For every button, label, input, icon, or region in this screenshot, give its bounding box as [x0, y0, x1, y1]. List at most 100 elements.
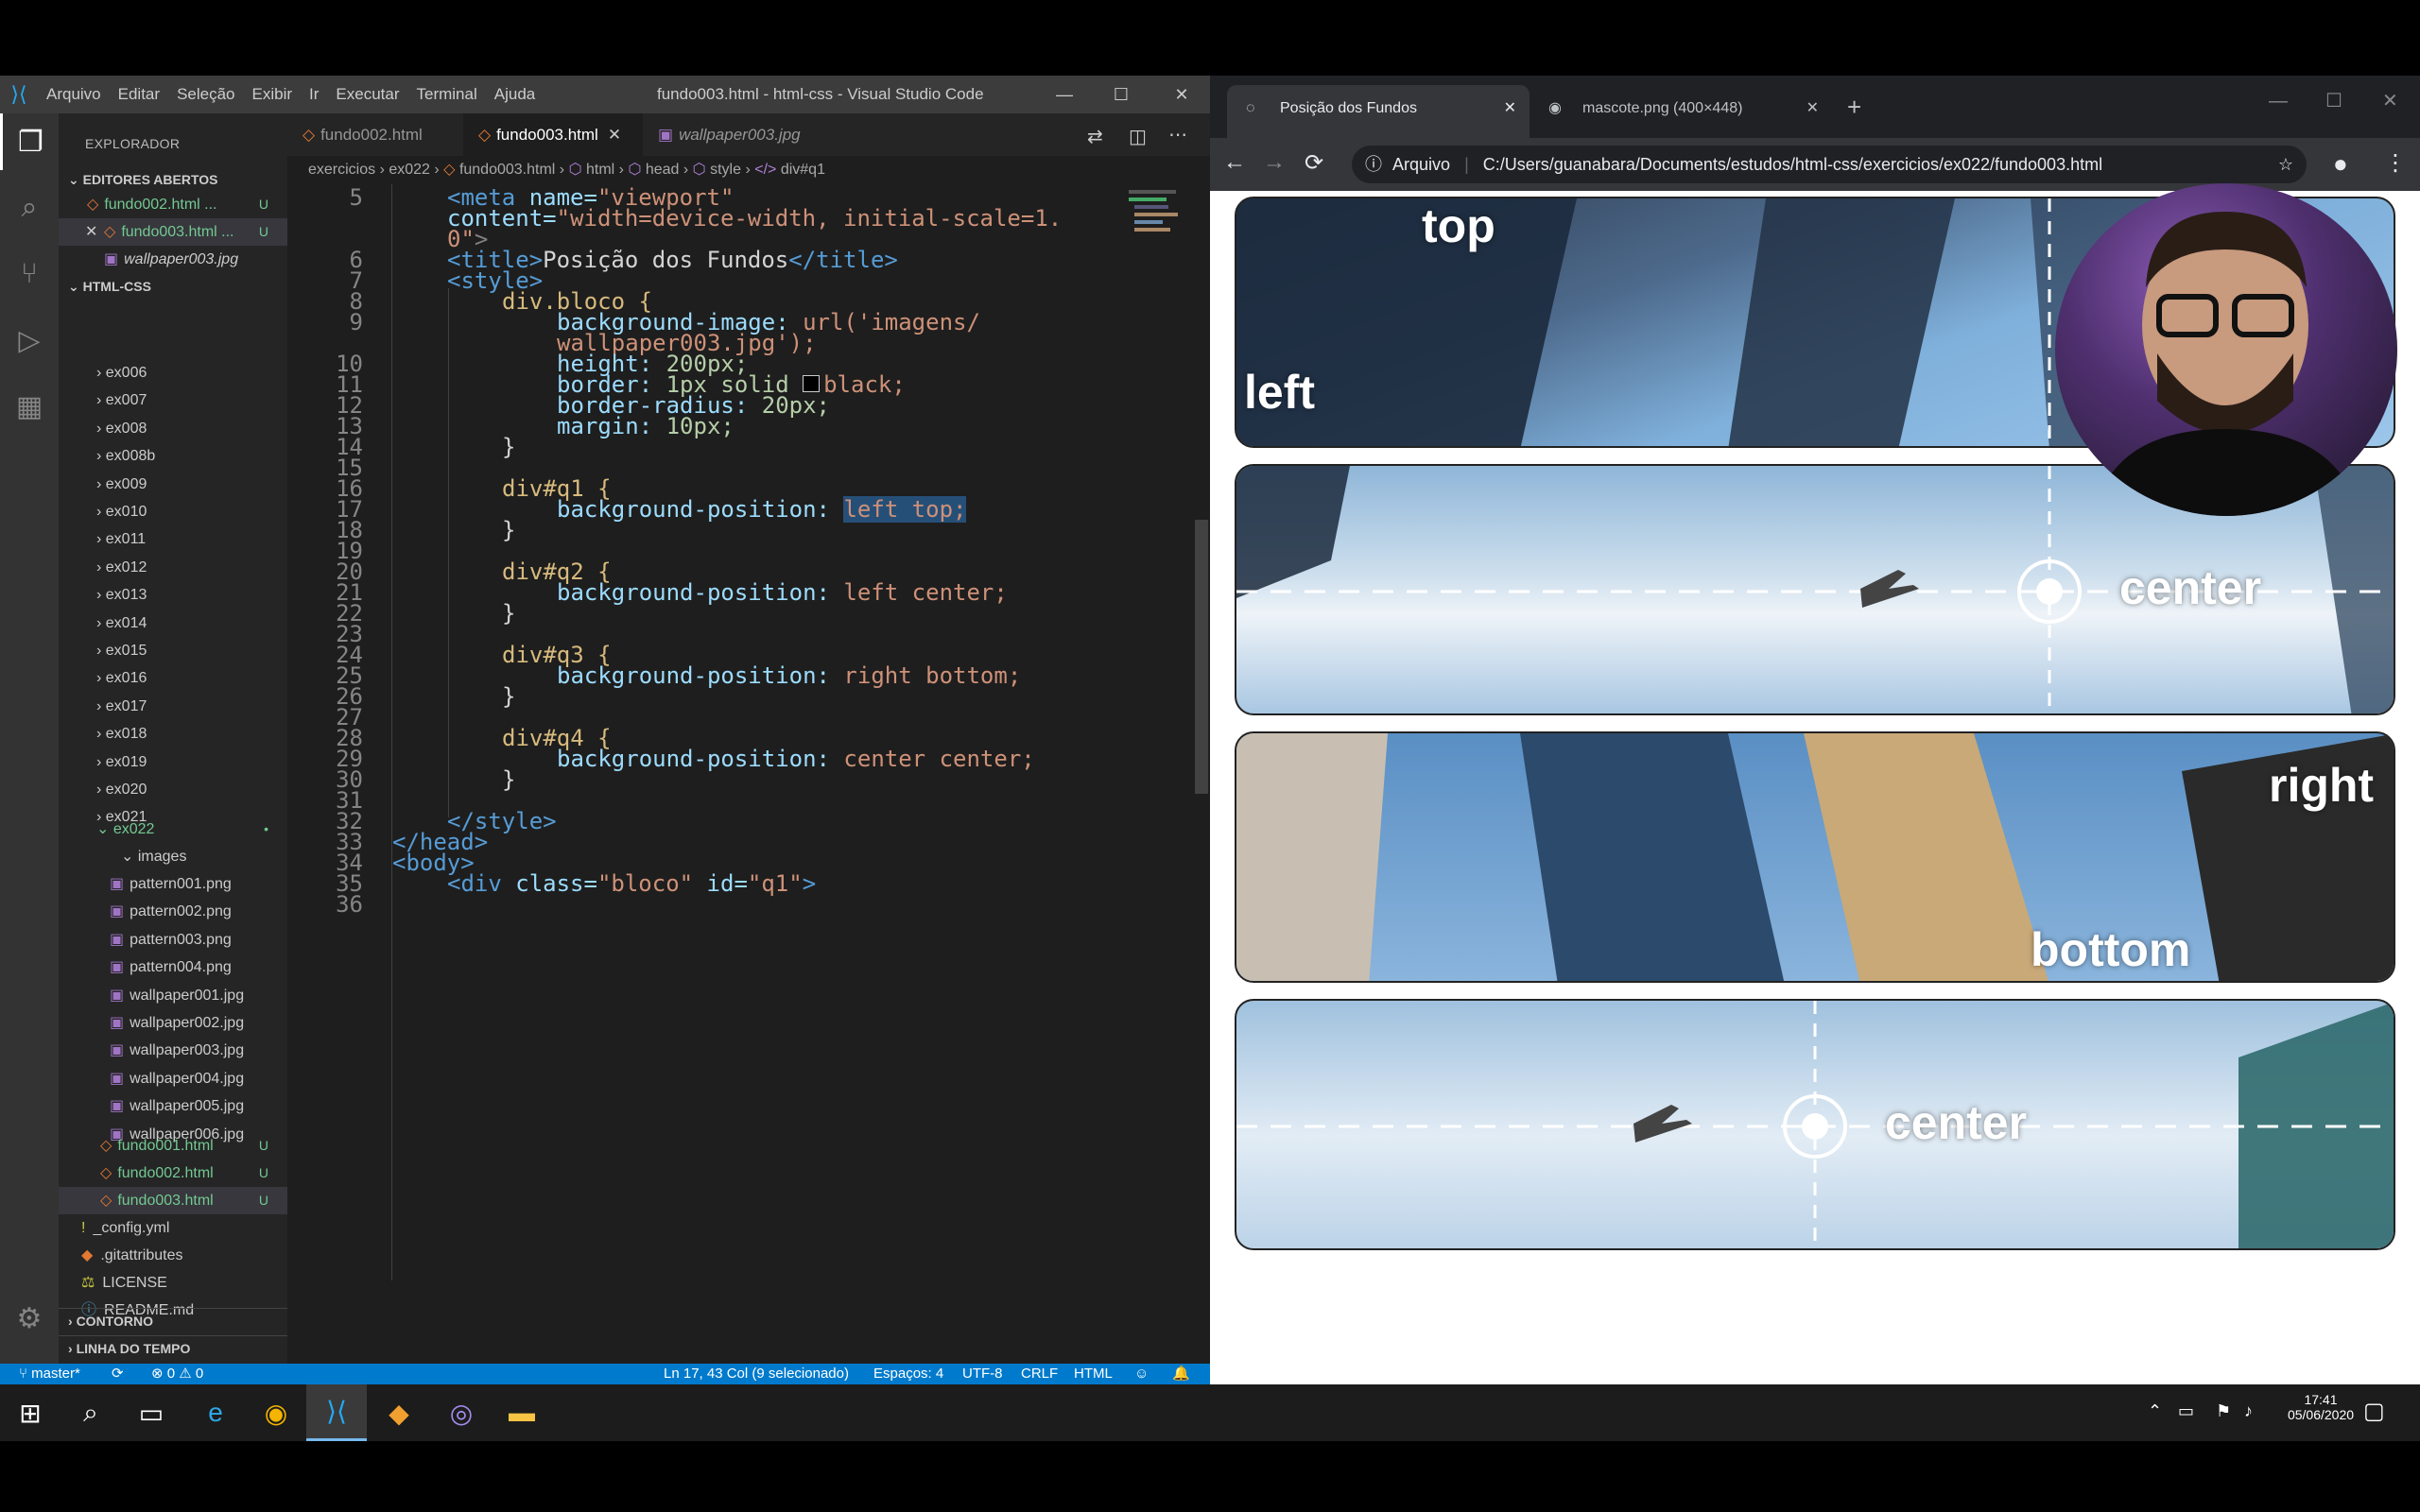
- sync-icon[interactable]: ⟳: [112, 1364, 124, 1384]
- folder-item[interactable]: › ex013: [59, 581, 287, 609]
- git-app-icon[interactable]: ◆: [369, 1384, 429, 1441]
- minimize-icon[interactable]: —: [1036, 76, 1093, 113]
- address-bar[interactable]: ⓘ Arquivo | C:/Users/guanabara/Documents…: [1352, 146, 2307, 183]
- folder-item[interactable]: › ex015: [59, 637, 287, 664]
- compare-icon[interactable]: ⇄: [1087, 125, 1103, 148]
- chrome-icon[interactable]: ◉: [246, 1384, 306, 1441]
- folder-item[interactable]: › ex008: [59, 415, 287, 442]
- file-fundo003[interactable]: ◇ fundo003.html U: [59, 1187, 287, 1214]
- menu-editar[interactable]: Editar: [110, 85, 168, 104]
- tray-wifi-icon[interactable]: ⚑: [2216, 1401, 2231, 1421]
- workspace-section[interactable]: ⌄ HTML-CSS: [59, 274, 287, 299]
- explorer-icon[interactable]: ❐: [0, 113, 59, 170]
- breadcrumb-item[interactable]: fundo003.html: [459, 162, 555, 178]
- extensions-icon[interactable]: ▦: [0, 378, 59, 435]
- task-view-icon[interactable]: ▭: [121, 1384, 182, 1441]
- open-editor-item[interactable]: ▣ wallpaper003.jpg: [59, 246, 287, 273]
- menu-executar[interactable]: Executar: [327, 85, 407, 104]
- image-file-item[interactable]: ▣ wallpaper002.jpg: [59, 1009, 287, 1037]
- eol-status[interactable]: CRLF: [1021, 1364, 1058, 1384]
- tab-fundo003[interactable]: ◇ fundo003.html ✕: [463, 113, 643, 156]
- close-icon[interactable]: ✕: [1153, 76, 1210, 113]
- profile-avatar-icon[interactable]: ●: [2333, 149, 2348, 179]
- scrollbar-thumb[interactable]: [1195, 520, 1208, 794]
- search-icon[interactable]: ⌕: [60, 1384, 121, 1441]
- folder-item[interactable]: › ex018: [59, 720, 287, 747]
- menu-selecao[interactable]: Seleção: [168, 85, 243, 104]
- image-file-item[interactable]: ▣ wallpaper005.jpg: [59, 1092, 287, 1120]
- open-editors-section[interactable]: ⌄ EDITORES ABERTOS: [59, 167, 287, 192]
- feedback-icon[interactable]: ☺: [1134, 1364, 1149, 1384]
- run-debug-icon[interactable]: ▷: [0, 312, 59, 369]
- back-icon[interactable]: ←: [1223, 149, 1246, 176]
- encoding-status[interactable]: UTF-8: [962, 1364, 1003, 1384]
- folder-item[interactable]: › ex019: [59, 748, 287, 776]
- maximize-icon[interactable]: ☐: [1093, 76, 1150, 113]
- windows-start-icon[interactable]: ⊞: [0, 1384, 60, 1441]
- breadcrumb-item[interactable]: head: [646, 162, 680, 178]
- folder-item[interactable]: › ex012: [59, 554, 287, 581]
- volume-icon[interactable]: ♪: [2244, 1401, 2253, 1421]
- menu-ir[interactable]: Ir: [301, 85, 327, 104]
- folder-images[interactable]: ⌄ images: [59, 843, 287, 870]
- close-tab-icon[interactable]: ✕: [1504, 85, 1516, 132]
- branch-status[interactable]: ⑂ master*: [19, 1364, 80, 1384]
- new-tab-icon[interactable]: +: [1847, 93, 1861, 122]
- browser-tab[interactable]: ◉ mascote.png (400×448) ✕: [1530, 85, 1832, 138]
- folder-item[interactable]: › ex009: [59, 471, 287, 498]
- image-file-item[interactable]: ▣ wallpaper001.jpg: [59, 982, 287, 1009]
- minimize-icon[interactable]: —: [2269, 91, 2288, 112]
- file-fundo001[interactable]: ◇ fundo001.html U: [59, 1132, 287, 1160]
- breadcrumb-item[interactable]: ex022: [389, 162, 430, 178]
- edge-icon[interactable]: e: [185, 1384, 246, 1441]
- menu-terminal[interactable]: Terminal: [408, 85, 486, 104]
- close-icon[interactable]: ✕: [2382, 89, 2398, 112]
- minimap[interactable]: [1125, 184, 1193, 373]
- tray-network-icon[interactable]: ▭: [2178, 1401, 2194, 1421]
- breadcrumb-item[interactable]: div#q1: [781, 162, 825, 178]
- close-tab-icon[interactable]: ✕: [1806, 85, 1819, 132]
- folder-item[interactable]: › ex011: [59, 525, 287, 553]
- menu-exibir[interactable]: Exibir: [244, 85, 302, 104]
- color-swatch[interactable]: [803, 375, 821, 392]
- breadcrumb-item[interactable]: html: [586, 162, 614, 178]
- split-editor-icon[interactable]: ◫: [1129, 125, 1147, 148]
- gear-icon[interactable]: ⚙: [0, 1290, 59, 1347]
- menu-arquivo[interactable]: Arquivo: [38, 85, 110, 104]
- notification-center-icon[interactable]: ▢: [2363, 1398, 2385, 1425]
- open-editor-item-active[interactable]: ✕ ◇ fundo003.html ... U: [59, 218, 287, 246]
- image-file-item[interactable]: ▣ wallpaper003.jpg: [59, 1037, 287, 1064]
- image-file-item[interactable]: ▣ pattern002.png: [59, 898, 287, 925]
- vscode-taskbar-icon[interactable]: ⟩⟨: [306, 1384, 367, 1441]
- code-editor[interactable]: 5 6 7 8 9 10 11 12 13 14 15 16 17 18 19 20 21 22 23 24 25 26 2…: [287, 184, 1195, 1364]
- folder-item[interactable]: › ex014: [59, 610, 287, 637]
- image-file-item[interactable]: ▣ pattern003.png: [59, 926, 287, 954]
- breadcrumb-item[interactable]: exercicios: [308, 162, 375, 178]
- folder-item[interactable]: › ex008b: [59, 442, 287, 470]
- file-license[interactable]: ⚖ LICENSE: [59, 1269, 287, 1297]
- more-actions-icon[interactable]: ⋯: [1168, 123, 1187, 146]
- tray-chevron-icon[interactable]: ⌃: [2148, 1401, 2162, 1421]
- file-gitattributes[interactable]: ◆ .gitattributes: [59, 1242, 287, 1269]
- problems-status[interactable]: ⊗ 0 ⚠ 0: [151, 1364, 203, 1384]
- image-file-item[interactable]: ▣ pattern004.png: [59, 954, 287, 981]
- language-status[interactable]: HTML: [1074, 1364, 1113, 1384]
- folder-item[interactable]: › ex006: [59, 359, 287, 387]
- indentation-status[interactable]: Espaços: 4: [873, 1364, 943, 1384]
- cursor-position[interactable]: Ln 17, 43 Col (9 selecionado): [664, 1364, 849, 1384]
- bookmark-star-icon[interactable]: ☆: [2278, 146, 2293, 183]
- reload-icon[interactable]: ⟳: [1305, 149, 1323, 177]
- close-editor-icon[interactable]: ✕: [85, 218, 97, 246]
- tab-wallpaper003[interactable]: ▣ wallpaper003.jpg: [643, 113, 832, 156]
- file-fundo002[interactable]: ◇ fundo002.html U: [59, 1160, 287, 1187]
- menu-kebab-icon[interactable]: ⋮: [2384, 149, 2407, 177]
- folder-item[interactable]: › ex017: [59, 693, 287, 720]
- obs-icon[interactable]: ◎: [431, 1384, 492, 1441]
- image-file-item[interactable]: ▣ pattern001.png: [59, 870, 287, 898]
- breadcrumb-item[interactable]: style: [710, 162, 741, 178]
- search-icon[interactable]: ⌕: [0, 180, 59, 236]
- outline-section[interactable]: › CONTORNO: [59, 1308, 287, 1332]
- file-config[interactable]: ! _config.yml: [59, 1214, 287, 1242]
- folder-item[interactable]: › ex016: [59, 664, 287, 692]
- menu-ajuda[interactable]: Ajuda: [486, 85, 544, 104]
